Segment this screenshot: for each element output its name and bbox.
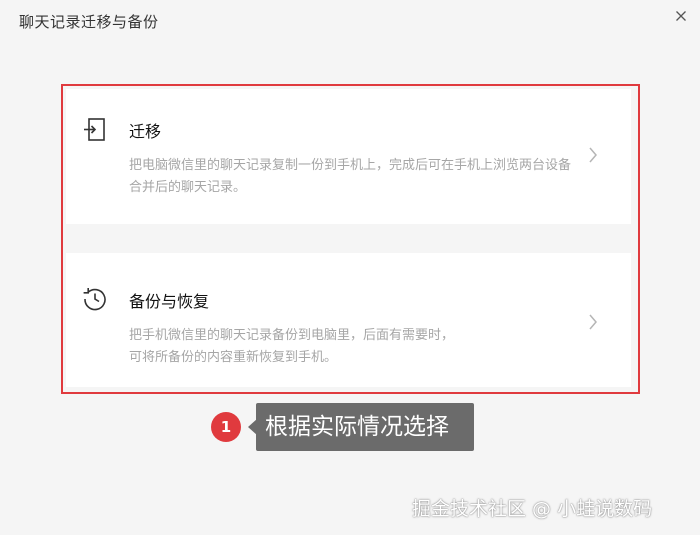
close-icon: [676, 11, 686, 21]
chat-history-migration-dialog: { "dialog": { "title": "聊天记录迁移与备份", "clo…: [0, 0, 700, 535]
dialog-title: 聊天记录迁移与备份: [19, 13, 159, 31]
annotation-callout: 根据实际情况选择: [256, 403, 474, 451]
annotation-highlight-box: [61, 84, 640, 394]
close-button[interactable]: [671, 6, 691, 26]
watermark: 掘金技术社区 @ 小蛙说数码: [412, 498, 653, 520]
step-number-badge: 1: [211, 412, 241, 442]
